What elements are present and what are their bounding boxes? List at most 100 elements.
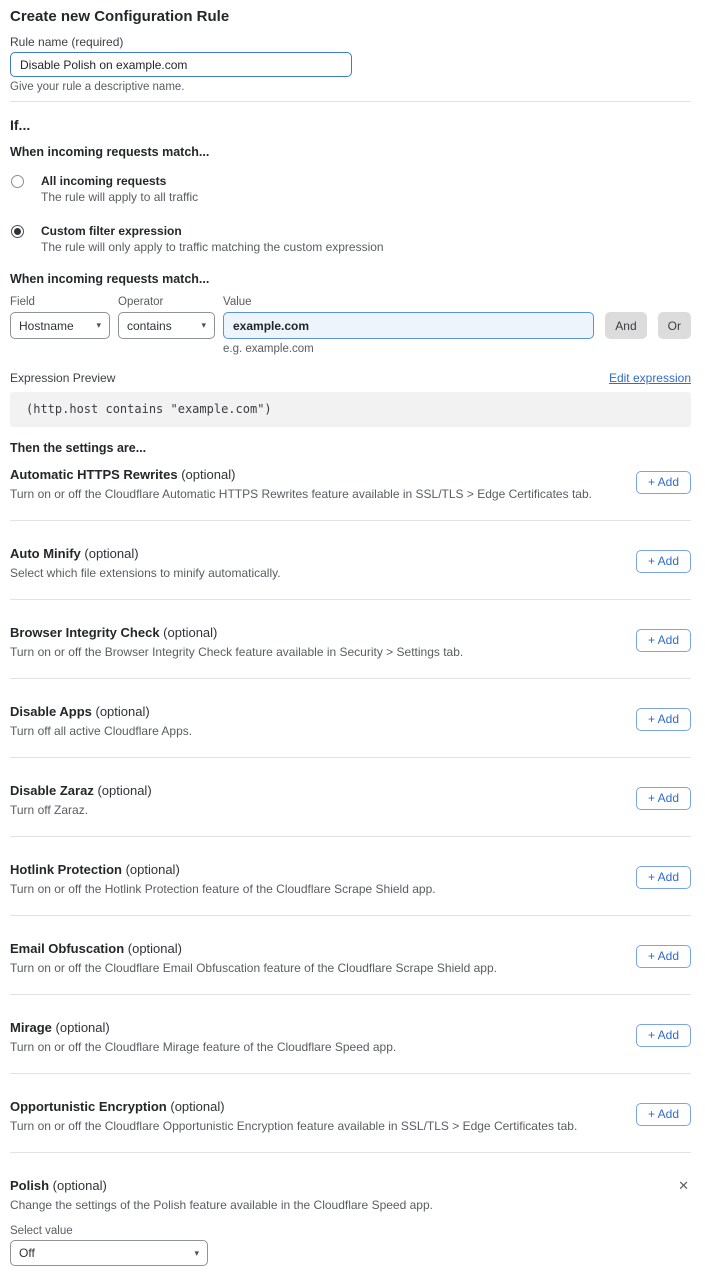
setting-row: Mirage (optional) Turn on or off the Clo… [10, 1020, 691, 1054]
rule-name-help: Give your rule a descriptive name. [10, 81, 691, 93]
radio-option-label: All incoming requests [41, 174, 198, 188]
setting-name: Disable Apps [10, 704, 92, 719]
radio-option-description: The rule will apply to all traffic [41, 191, 198, 204]
select-value-label: Select value [10, 1225, 691, 1237]
setting-name: Disable Zaraz [10, 783, 94, 798]
setting-description: Change the settings of the Polish featur… [10, 1199, 691, 1212]
setting-name: Opportunistic Encryption [10, 1099, 167, 1114]
setting-name: Hotlink Protection [10, 862, 122, 877]
setting-name: Polish [10, 1178, 49, 1193]
add-setting-button[interactable]: + Add [636, 866, 691, 889]
builder-column-labels: Field Operator Value [10, 296, 691, 308]
rule-name-label: Rule name (required) [10, 36, 691, 49]
setting-description: Turn on or off the Hotlink Protection fe… [10, 883, 436, 896]
create-configuration-rule-page: Create new Configuration Rule Rule name … [0, 0, 705, 1275]
setting-name: Auto Minify [10, 546, 81, 561]
operator-select-value: contains [127, 319, 172, 333]
close-icon[interactable]: ✕ [676, 1178, 691, 1193]
radio-option-description: The rule will only apply to traffic matc… [41, 241, 384, 254]
polish-value-select[interactable]: Off ▾ [10, 1240, 208, 1266]
add-setting-button[interactable]: + Add [636, 1103, 691, 1126]
value-label: Value [223, 296, 691, 308]
value-hint: e.g. example.com [223, 343, 691, 355]
setting-description: Turn on or off the Cloudflare Opportunis… [10, 1120, 577, 1133]
radio-option-label: Custom filter expression [41, 224, 384, 238]
and-button[interactable]: And [605, 312, 646, 339]
setting-block: Disable Apps (optional) Turn off all act… [10, 679, 691, 758]
setting-description: Turn on or off the Cloudflare Automatic … [10, 488, 592, 501]
polish-select-value: Off [19, 1246, 35, 1260]
setting-optional-label: (optional) [53, 1178, 107, 1193]
rule-name-input[interactable] [10, 52, 352, 77]
setting-block: Opportunistic Encryption (optional) Turn… [10, 1074, 691, 1153]
setting-block: Mirage (optional) Turn on or off the Clo… [10, 995, 691, 1074]
divider [10, 101, 691, 102]
setting-row: Disable Apps (optional) Turn off all act… [10, 704, 691, 738]
settings-list: Automatic HTTPS Rewrites (optional) Turn… [10, 455, 691, 1153]
match-subheading: When incoming requests match... [10, 145, 691, 159]
setting-block: Email Obfuscation (optional) Turn on or … [10, 916, 691, 995]
setting-row: Automatic HTTPS Rewrites (optional) Turn… [10, 467, 691, 501]
if-heading: If... [10, 117, 691, 133]
expression-builder-row: Hostname ▾ contains ▾ And Or [10, 312, 691, 339]
setting-block: Hotlink Protection (optional) Turn on or… [10, 837, 691, 916]
edit-expression-link[interactable]: Edit expression [609, 371, 691, 385]
setting-row: Hotlink Protection (optional) Turn on or… [10, 862, 691, 896]
add-setting-button[interactable]: + Add [636, 550, 691, 573]
chevron-down-icon: ▾ [201, 321, 206, 330]
chevron-down-icon: ▾ [194, 1249, 199, 1258]
radio-option-custom-expression[interactable]: Custom filter expression The rule will o… [10, 224, 691, 254]
expression-preview-label: Expression Preview [10, 371, 115, 385]
setting-description: Turn on or off the Browser Integrity Che… [10, 646, 463, 659]
setting-block: Browser Integrity Check (optional) Turn … [10, 600, 691, 679]
chevron-down-icon: ▾ [96, 321, 101, 330]
setting-block: Auto Minify (optional) Select which file… [10, 521, 691, 600]
operator-label: Operator [118, 296, 215, 308]
or-button[interactable]: Or [658, 312, 691, 339]
setting-name: Mirage [10, 1020, 52, 1035]
setting-name: Browser Integrity Check [10, 625, 160, 640]
add-setting-button[interactable]: + Add [636, 787, 691, 810]
setting-description: Select which file extensions to minify a… [10, 567, 281, 580]
setting-row: Opportunistic Encryption (optional) Turn… [10, 1099, 691, 1133]
setting-description: Turn off Zaraz. [10, 804, 152, 817]
setting-optional-label: (optional) [128, 941, 182, 956]
page-title: Create new Configuration Rule [10, 8, 691, 26]
builder-heading: When incoming requests match... [10, 272, 691, 286]
setting-description: Turn on or off the Cloudflare Email Obfu… [10, 962, 497, 975]
then-heading: Then the settings are... [10, 441, 691, 455]
setting-optional-label: (optional) [126, 862, 180, 877]
field-select[interactable]: Hostname ▾ [10, 312, 110, 339]
setting-optional-label: (optional) [96, 704, 150, 719]
setting-description: Turn off all active Cloudflare Apps. [10, 725, 192, 738]
radio-option-all-incoming[interactable]: All incoming requests The rule will appl… [10, 174, 691, 204]
setting-optional-label: (optional) [163, 625, 217, 640]
setting-block: Disable Zaraz (optional) Turn off Zaraz.… [10, 758, 691, 837]
add-setting-button[interactable]: + Add [636, 629, 691, 652]
add-setting-button[interactable]: + Add [636, 708, 691, 731]
setting-name: Automatic HTTPS Rewrites [10, 467, 178, 482]
field-select-value: Hostname [19, 319, 74, 333]
setting-optional-label: (optional) [181, 467, 235, 482]
setting-row: Email Obfuscation (optional) Turn on or … [10, 941, 691, 975]
setting-row: Browser Integrity Check (optional) Turn … [10, 625, 691, 659]
add-setting-button[interactable]: + Add [636, 471, 691, 494]
value-input[interactable] [223, 312, 594, 339]
add-setting-button[interactable]: + Add [636, 1024, 691, 1047]
setting-optional-label: (optional) [97, 783, 151, 798]
operator-select[interactable]: contains ▾ [118, 312, 215, 339]
field-label: Field [10, 296, 110, 308]
polish-setting-section: Polish (optional) ✕ Change the settings … [10, 1153, 691, 1266]
expression-preview-code: (http.host contains "example.com") [10, 392, 691, 427]
setting-description: Turn on or off the Cloudflare Mirage fea… [10, 1041, 396, 1054]
setting-name: Email Obfuscation [10, 941, 124, 956]
setting-row: Disable Zaraz (optional) Turn off Zaraz.… [10, 783, 691, 817]
radio-button[interactable] [11, 225, 24, 238]
add-setting-button[interactable]: + Add [636, 945, 691, 968]
setting-row: Auto Minify (optional) Select which file… [10, 546, 691, 580]
radio-button[interactable] [11, 175, 24, 188]
setting-optional-label: (optional) [84, 546, 138, 561]
setting-optional-label: (optional) [170, 1099, 224, 1114]
setting-optional-label: (optional) [56, 1020, 110, 1035]
setting-block: Automatic HTTPS Rewrites (optional) Turn… [10, 455, 691, 521]
